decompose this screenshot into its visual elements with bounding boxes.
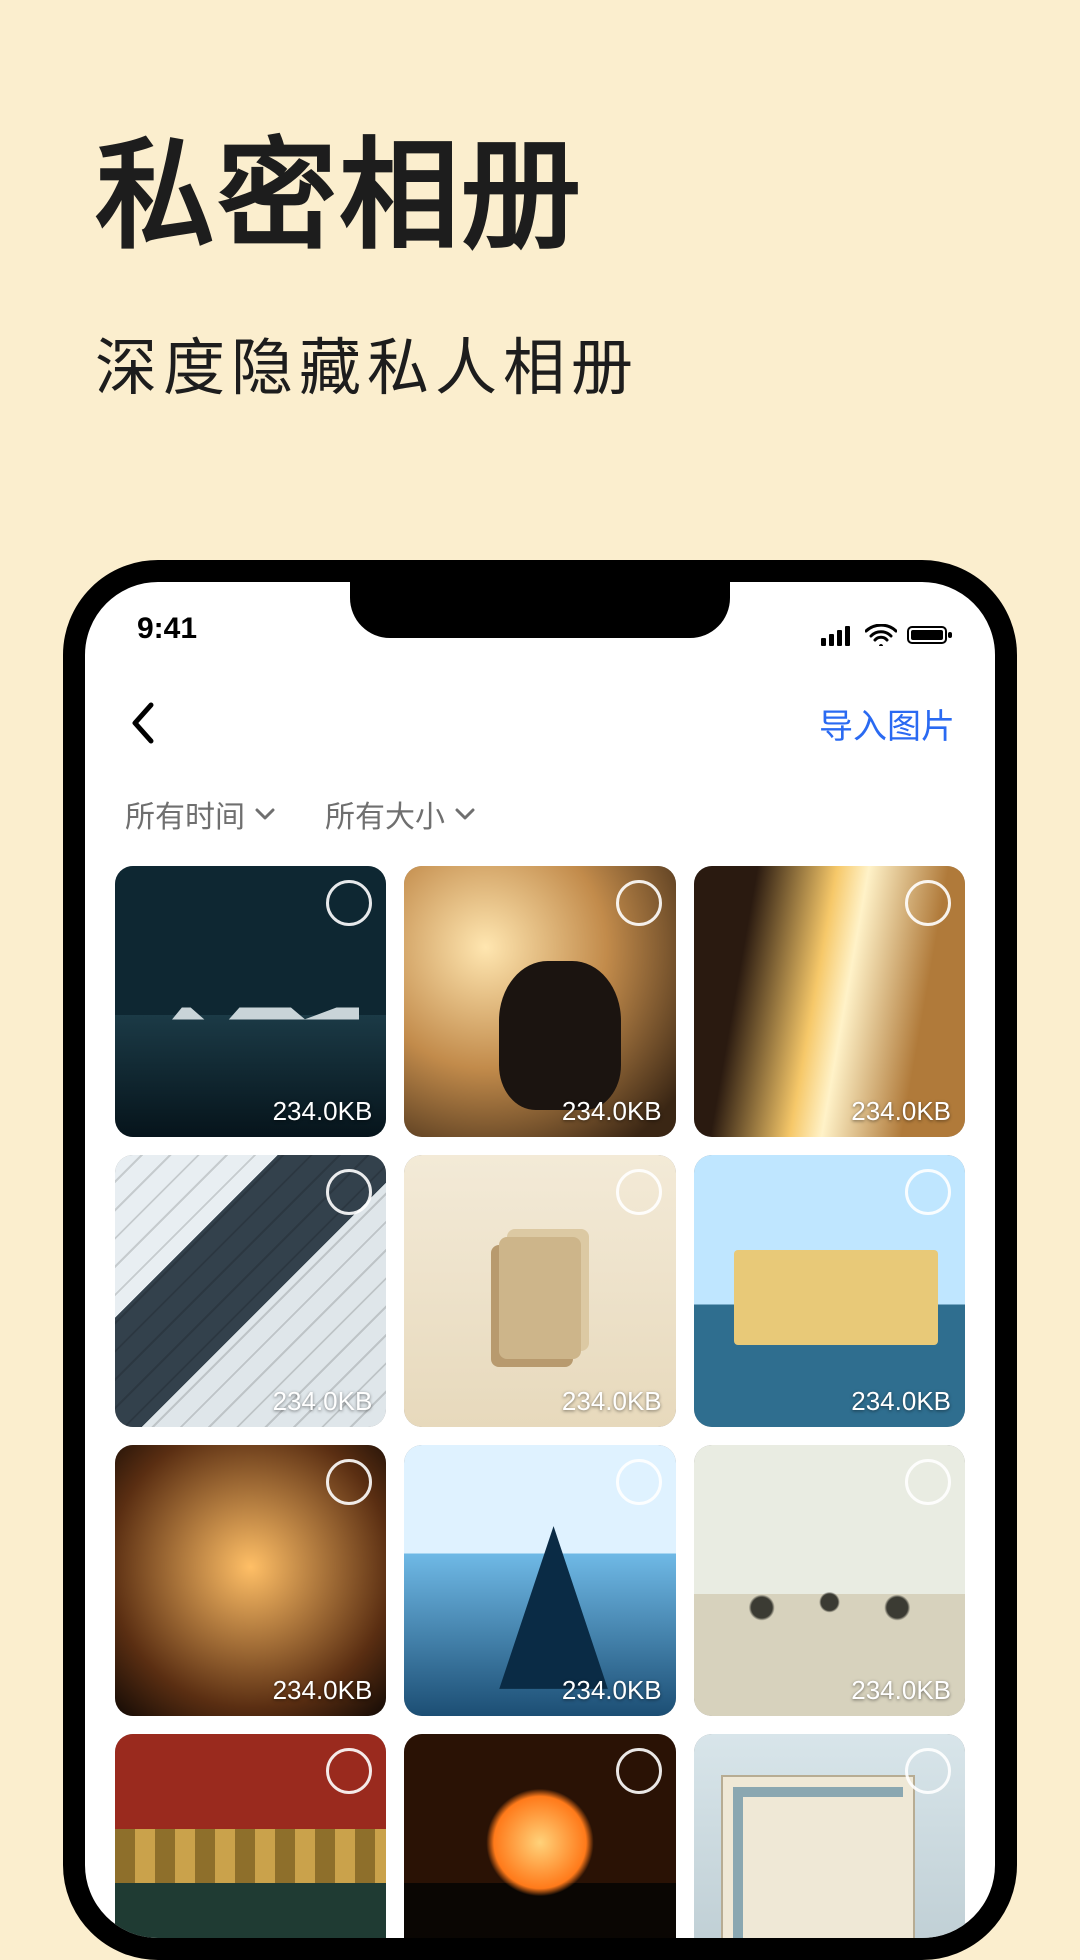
hero-subtitle: 深度隐藏私人相册 [95,317,1020,407]
photo-tile[interactable]: 234.0KB [115,1734,386,1960]
photo-tile[interactable]: 234.0KB [404,866,675,1137]
photo-size-label: 234.0KB [273,1675,373,1706]
photo-tile[interactable]: 234.0KB [404,1155,675,1426]
select-circle-icon[interactable] [616,1169,662,1215]
photo-tile[interactable]: 234.0KB [694,1445,965,1716]
filter-size-label: 所有大小 [325,792,445,836]
filter-size[interactable]: 所有大小 [325,792,475,836]
photo-tile[interactable]: 234.0KB [404,1734,675,1960]
photo-tile[interactable]: 234.0KB [115,1155,386,1426]
select-circle-icon[interactable] [616,1459,662,1505]
chevron-left-icon [129,701,157,745]
chevron-down-icon [255,807,275,821]
photo-tile[interactable]: 234.0KB [694,866,965,1137]
nav-bar: 导入图片 [85,688,995,758]
back-button[interactable] [113,693,173,753]
photo-tile[interactable]: 234.0KB [404,1445,675,1716]
photo-size-label: 234.0KB [273,1096,373,1127]
phone-notch [350,580,730,638]
status-time: 9:41 [119,612,197,652]
select-circle-icon[interactable] [905,1459,951,1505]
photo-size-label: 234.0KB [562,1675,662,1706]
photo-size-label: 234.0KB [562,1096,662,1127]
filter-time-label: 所有时间 [125,792,245,836]
hero-title: 私密相册 [95,130,1020,262]
chevron-down-icon [455,807,475,821]
select-circle-icon[interactable] [326,1459,372,1505]
select-circle-icon[interactable] [905,880,951,926]
select-circle-icon[interactable] [616,1748,662,1794]
photo-tile[interactable]: 234.0KB [115,1445,386,1716]
photo-size-label: 234.0KB [851,1096,951,1127]
battery-icon [907,624,953,646]
photo-size-label: 234.0KB [273,1386,373,1417]
photo-tile[interactable]: 234.0KB [694,1734,965,1960]
import-photos-link[interactable]: 导入图片 [819,699,955,748]
cellular-icon [821,624,855,646]
wifi-icon [865,624,897,646]
photo-tile[interactable]: 234.0KB [115,866,386,1137]
filter-time[interactable]: 所有时间 [125,792,275,836]
photo-tile[interactable]: 234.0KB [694,1155,965,1426]
filter-bar: 所有时间 所有大小 [85,792,995,836]
select-circle-icon[interactable] [616,880,662,926]
photo-grid: 234.0KB 234.0KB 234.0KB 234.0KB 234.0KB … [85,866,995,1960]
photo-size-label: 234.0KB [562,1386,662,1417]
photo-size-label: 234.0KB [851,1675,951,1706]
select-circle-icon[interactable] [905,1748,951,1794]
phone-frame: 9:41 [63,560,1017,1960]
photo-size-label: 234.0KB [851,1386,951,1417]
select-circle-icon[interactable] [326,880,372,926]
